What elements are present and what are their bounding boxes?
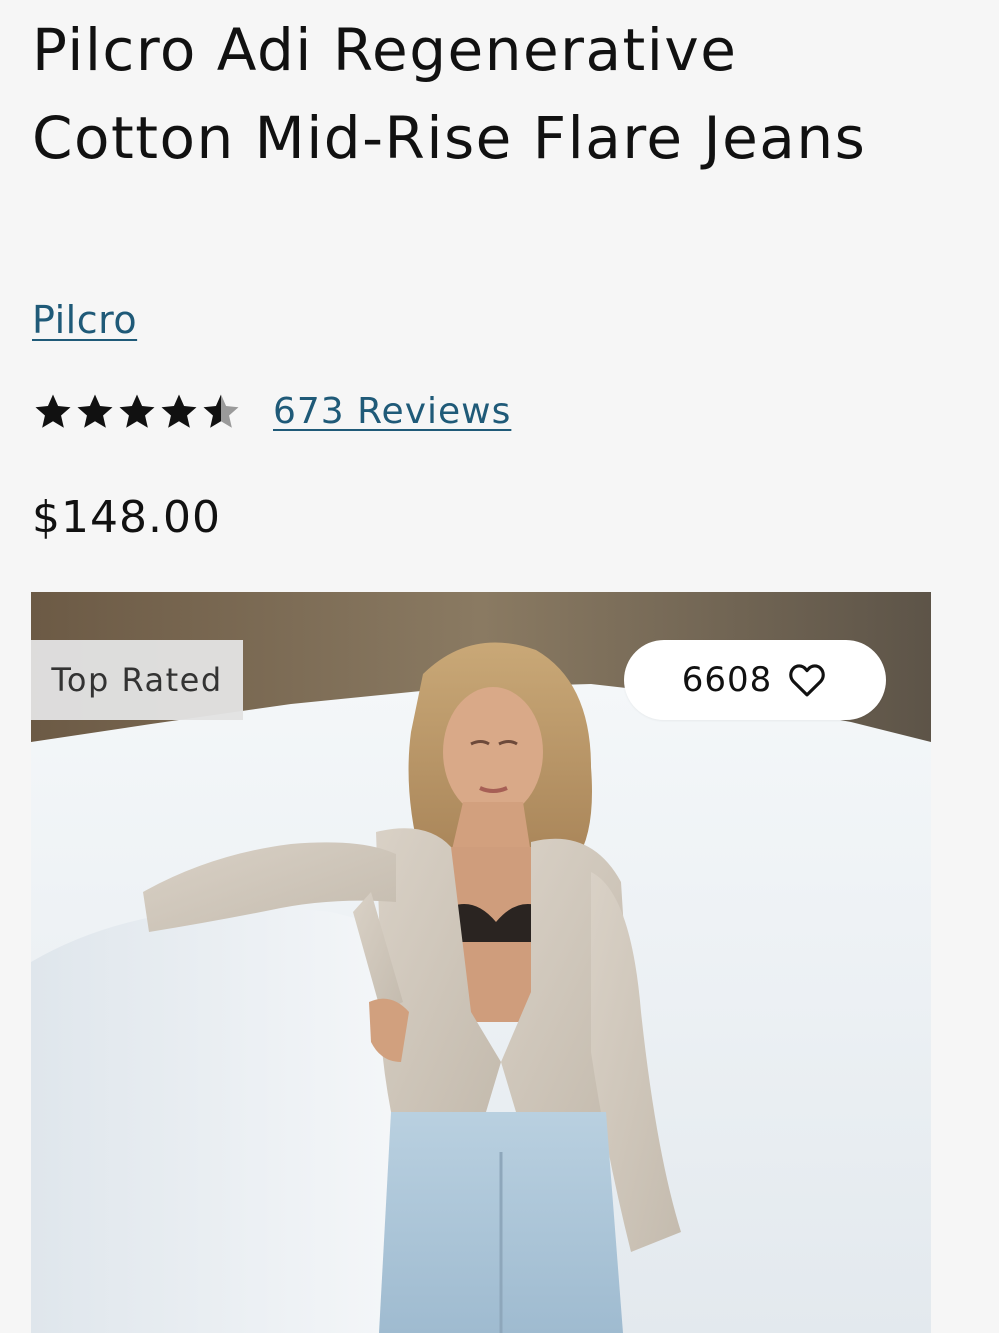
product-price: $148.00 <box>32 492 221 543</box>
brand-link[interactable]: Pilcro <box>32 294 137 346</box>
top-rated-badge: Top Rated <box>31 640 243 720</box>
product-title: Pilcro Adi Regenerative Cotton Mid-Rise … <box>32 16 867 172</box>
star-icon <box>203 394 239 428</box>
star-icon <box>35 394 71 428</box>
star-rating[interactable] <box>32 384 244 440</box>
product-detail-page: Pilcro Adi Regenerative Cotton Mid-Rise … <box>0 0 999 1333</box>
favorites-count: 6608 <box>681 660 773 700</box>
star-icon <box>119 394 155 428</box>
reviews-link[interactable]: 673 Reviews <box>273 386 511 438</box>
product-image[interactable]: Top Rated 6608 <box>31 592 931 1333</box>
star-icon <box>77 394 113 428</box>
favorite-button[interactable]: 6608 <box>624 640 886 720</box>
rating-row: 673 Reviews <box>32 384 511 440</box>
star-icon <box>161 394 197 428</box>
heart-outline-icon <box>786 659 828 701</box>
